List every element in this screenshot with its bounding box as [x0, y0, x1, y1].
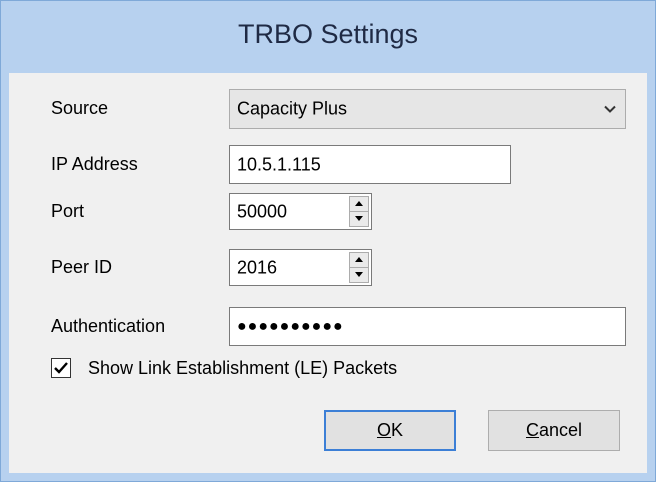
ok-mnemonic: O [376, 420, 391, 440]
peer-id-spin-buttons [349, 252, 369, 283]
cancel-button[interactable]: Cancel [488, 410, 620, 451]
cancel-mnemonic: C [525, 420, 539, 440]
authentication-password-input[interactable]: ●●●●●●●●●● [229, 307, 626, 346]
ip-address-label: IP Address [51, 154, 138, 174]
title-bar[interactable]: TRBO Settings [1, 1, 655, 73]
ip-address-value: 10.5.1.115 [237, 154, 321, 174]
port-spinbox[interactable]: 50000 [229, 193, 372, 230]
show-le-packets-checkbox[interactable] [51, 358, 71, 378]
checkmark-icon [54, 362, 68, 374]
show-le-packets-label[interactable]: Show Link Establishment (LE) Packets [88, 358, 397, 379]
window-title: TRBO Settings [237, 19, 419, 49]
authentication-masked-value: ●●●●●●●●●● [237, 317, 344, 335]
port-value: 50000 [237, 201, 288, 221]
source-dropdown[interactable]: Capacity Plus [229, 89, 626, 129]
triangle-down-icon[interactable] [350, 212, 368, 227]
port-label: Port [51, 201, 85, 221]
source-label: Source [51, 98, 109, 118]
peer-id-spinbox[interactable]: 2016 [229, 249, 372, 286]
peer-id-label: Peer ID [51, 257, 113, 277]
ip-address-input[interactable]: 10.5.1.115 [229, 145, 511, 184]
peer-id-value: 2016 [237, 257, 278, 277]
source-value: Capacity Plus [237, 98, 348, 119]
authentication-label: Authentication [51, 316, 166, 336]
triangle-up-icon[interactable] [350, 253, 368, 268]
ok-button[interactable]: OK [324, 410, 456, 451]
cancel-label-rest: ancel [538, 420, 583, 440]
triangle-up-icon[interactable] [350, 197, 368, 212]
ok-label-rest: K [391, 420, 404, 440]
chevron-down-icon [603, 99, 617, 120]
port-spin-buttons [349, 196, 369, 227]
triangle-down-icon[interactable] [350, 268, 368, 283]
